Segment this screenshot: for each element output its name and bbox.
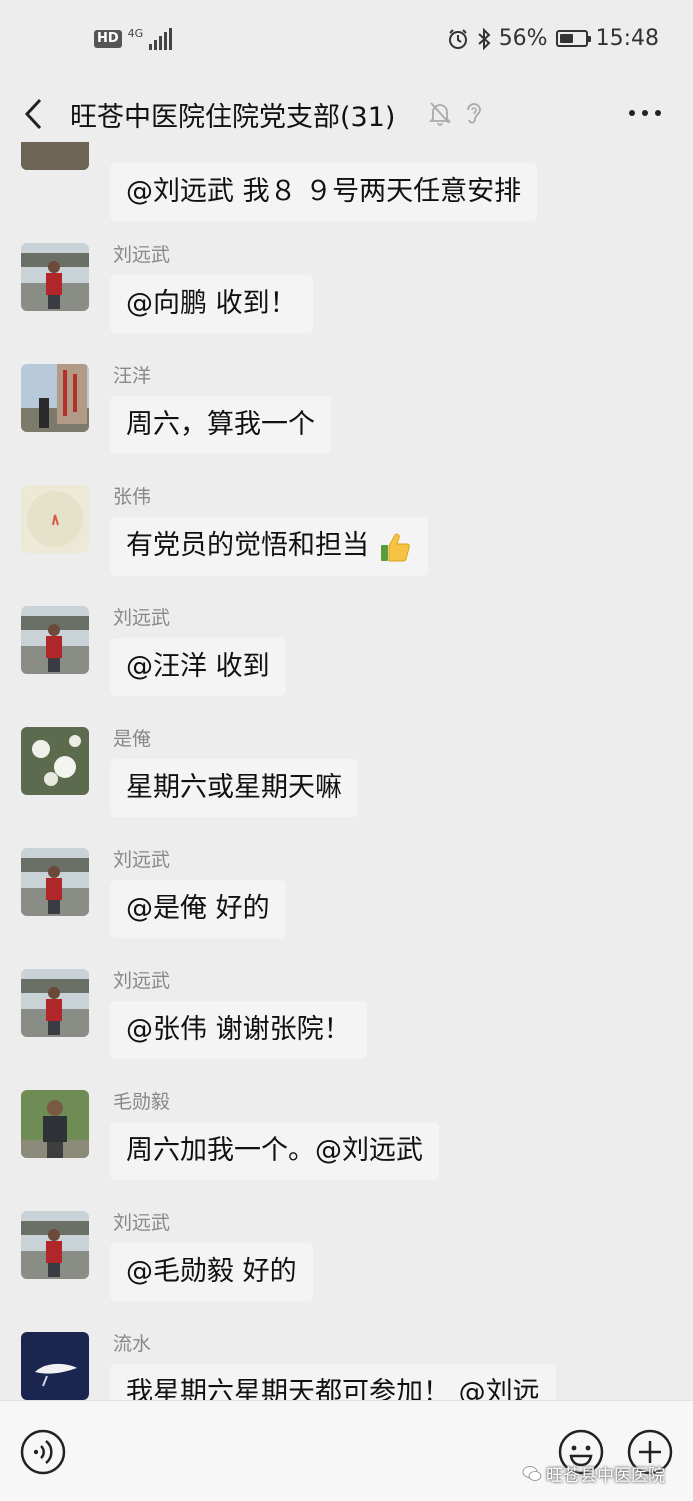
avatar[interactable] [21, 1211, 89, 1279]
sender-name: 刘远武 [113, 1212, 171, 1234]
voice-input-icon[interactable] [20, 1429, 66, 1475]
message-text: 星期六或星期天嘛 [126, 772, 342, 803]
back-arrow-icon[interactable] [20, 96, 50, 132]
sender-name: 张伟 [113, 486, 152, 508]
ear-icon [467, 103, 481, 124]
mute-bell-icon [428, 102, 452, 126]
message-text: @是俺 好的 [126, 893, 270, 924]
message-text: 我星期六星期天都可参加！ @刘远 [126, 1377, 540, 1400]
battery-percent: 56% [498, 26, 548, 51]
wechat-logo-icon [522, 1465, 542, 1481]
alarm-icon [448, 28, 467, 49]
watermark-text: 旺苍县中医医院 [546, 1466, 665, 1486]
message-text: @张伟 谢谢张院！ [126, 1014, 351, 1045]
message-bubble[interactable]: @张伟 谢谢张院！ [110, 1001, 367, 1059]
more-options-icon[interactable] [629, 110, 661, 116]
message-bubble[interactable]: @汪洋 收到 [110, 638, 286, 696]
thumbs-up-icon [380, 533, 410, 561]
sender-name: 毛勋毅 [113, 1091, 171, 1113]
input-bar: 旺苍县中医医院 [0, 1400, 693, 1501]
bluetooth-icon [478, 27, 491, 50]
avatar[interactable] [21, 848, 89, 916]
avatar[interactable] [21, 606, 89, 674]
avatar[interactable] [21, 142, 89, 170]
message-text: @毛勋毅 好的 [126, 1256, 297, 1287]
message-bubble[interactable]: @向鹏 收到！ [110, 275, 313, 333]
avatar[interactable] [21, 1332, 89, 1400]
chat-title: 旺苍中医院住院党支部(31) [70, 102, 396, 133]
message-text: @汪洋 收到 [126, 651, 270, 682]
sender-name: 汪洋 [113, 365, 152, 387]
avatar[interactable] [21, 243, 89, 311]
message-bubble[interactable]: @刘远武 我８ ９号两天任意安排 [110, 163, 538, 221]
battery-fill [559, 34, 573, 43]
watermark: 旺苍县中医医院 [522, 1461, 665, 1486]
message-text: @向鹏 收到！ [126, 288, 297, 319]
status-left: HD 4G [94, 26, 173, 50]
message-text: 周六，算我一个 [126, 409, 315, 440]
sender-name: 流水 [113, 1333, 152, 1355]
message-bubble[interactable]: 周六，算我一个 [110, 396, 331, 454]
chat-header: 旺苍中医院住院党支部(31) [0, 86, 693, 142]
battery-icon [555, 30, 591, 47]
message-text: @刘远武 我８ ９号两天任意安排 [126, 176, 522, 207]
clock-time: 15:48 [595, 26, 659, 51]
avatar[interactable] [21, 364, 89, 432]
sender-name: 是俺 [113, 728, 152, 750]
sender-name: 刘远武 [113, 607, 171, 629]
avatar[interactable] [21, 1090, 89, 1158]
sender-name: 刘远武 [113, 849, 171, 871]
message-bubble[interactable]: 星期六或星期天嘛 [110, 759, 358, 817]
network-type: 4G [127, 26, 144, 40]
signal-icon [149, 28, 173, 50]
status-right: 56% 15:48 [447, 26, 659, 51]
message-bubble[interactable]: @是俺 好的 [110, 880, 286, 938]
hd-badge: HD [94, 30, 122, 48]
message-bubble[interactable]: 周六加我一个。@刘远武 [110, 1122, 439, 1180]
message-bubble[interactable]: @毛勋毅 好的 [110, 1243, 313, 1301]
message-bubble[interactable]: 我星期六星期天都可参加！ @刘远 [110, 1364, 556, 1400]
message-text: 有党员的觉悟和担当 [126, 530, 369, 561]
sender-name: 刘远武 [113, 970, 171, 992]
status-bar: HD 4G 56% 15:48 [0, 0, 693, 86]
avatar[interactable] [21, 485, 89, 553]
avatar[interactable] [21, 727, 89, 795]
message-list: @刘远武 我８ ９号两天任意安排 刘远武 @向鹏 收到！ 汪洋 周六，算我一个 … [0, 142, 693, 1400]
sender-name: 刘远武 [113, 244, 171, 266]
avatar[interactable] [21, 969, 89, 1037]
message-bubble[interactable]: 有党员的觉悟和担当 [110, 517, 428, 576]
message-text: 周六加我一个。@刘远武 [126, 1135, 423, 1166]
